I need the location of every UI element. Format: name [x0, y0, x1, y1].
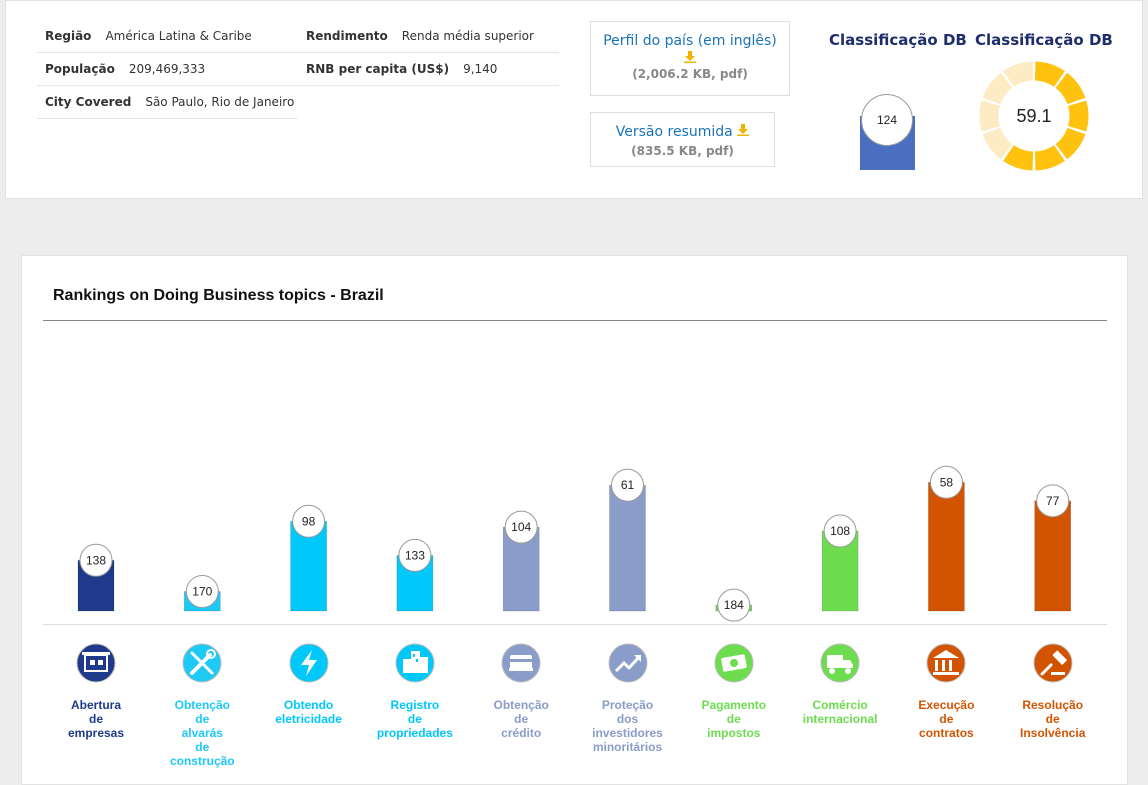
topic-gavel[interactable]: Resolução de Insolvência [1003, 643, 1103, 740]
data-label: 77 [1046, 494, 1060, 508]
money-icon[interactable] [714, 643, 754, 683]
truck-icon[interactable] [820, 643, 860, 683]
data-label: 58 [940, 475, 954, 489]
building-icon[interactable] [76, 643, 116, 683]
topic-money[interactable]: Pagamento de impostos [684, 643, 784, 740]
topic-building[interactable]: Abertura de empresas [46, 643, 146, 740]
topic-trend-up[interactable]: Proteção dos investidores minoritários [578, 643, 678, 754]
data-label: 170 [192, 585, 212, 599]
data-label: 61 [621, 478, 635, 492]
tools-icon[interactable] [182, 643, 222, 683]
topic-tools[interactable]: Obtenção de alvarás de construção [152, 643, 252, 768]
lightning-icon[interactable] [289, 643, 329, 683]
buildings-icon[interactable] [395, 643, 435, 683]
topic-lightning[interactable]: Obtendo eletricidade [259, 643, 359, 726]
topic-label[interactable]: Comércio internacional [790, 698, 890, 726]
topic-label[interactable]: Registro de propriedades [365, 698, 465, 740]
trend-up-icon[interactable] [608, 643, 648, 683]
credit-card-icon[interactable] [501, 643, 541, 683]
data-label: 104 [511, 520, 531, 534]
data-label: 98 [302, 514, 316, 528]
data-label: 184 [724, 598, 744, 612]
topic-label[interactable]: Execução de contratos [896, 698, 996, 740]
topic-courthouse[interactable]: Execução de contratos [896, 643, 996, 740]
topic-label[interactable]: Abertura de empresas [46, 698, 146, 740]
data-label: 108 [830, 524, 850, 538]
bar[interactable] [928, 482, 965, 612]
topic-label[interactable]: Obtenção de alvarás de construção [152, 698, 252, 768]
courthouse-icon[interactable] [926, 643, 966, 683]
data-label: 138 [86, 553, 106, 567]
gavel-icon[interactable] [1033, 643, 1073, 683]
topic-label[interactable]: Obtendo eletricidade [259, 698, 359, 726]
topic-buildings[interactable]: Registro de propriedades [365, 643, 465, 740]
topic-credit-card[interactable]: Obtenção de crédito [471, 643, 571, 740]
bar[interactable] [609, 484, 646, 612]
topic-label[interactable]: Resolução de Insolvência [1003, 698, 1103, 740]
topic-label[interactable]: Pagamento de impostos [684, 698, 784, 740]
topic-truck[interactable]: Comércio internacional [790, 643, 890, 726]
topic-label[interactable]: Obtenção de crédito [471, 698, 571, 740]
data-label: 133 [405, 548, 425, 562]
bar[interactable] [1034, 500, 1071, 612]
topic-label[interactable]: Proteção dos investidores minoritários [578, 698, 678, 754]
